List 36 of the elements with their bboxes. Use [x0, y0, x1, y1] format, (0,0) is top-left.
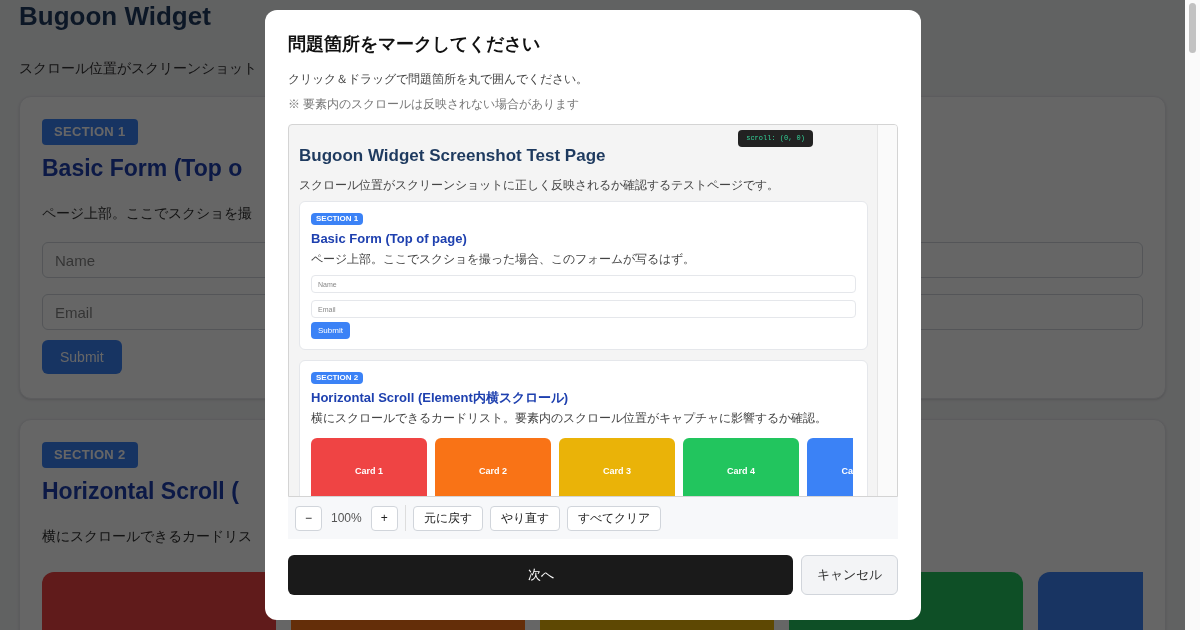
scroll-card: Ca	[807, 438, 853, 496]
section-heading: Horizontal Scroll (	[42, 476, 239, 506]
preview-scrollbar[interactable]	[877, 125, 897, 496]
toolbar-button[interactable]: すべてクリア	[566, 505, 661, 531]
next-button[interactable]: 次へ	[288, 555, 793, 595]
zoom-in-button[interactable]: +	[370, 505, 398, 531]
section-description: 横にスクロールできるカードリスト。要素内のスクロール位置がキャプチャに影響するか確認。	[311, 411, 827, 425]
screenshot-preview[interactable]	[288, 124, 898, 497]
scroll-card: Card 4	[683, 438, 799, 496]
section-heading: Horizontal Scroll (Element内横スクロール)	[311, 389, 569, 407]
preview-subtitle: スクロール位置がスクリーンショットに正しく反映されるか確認するテストページです。	[299, 178, 780, 192]
toolbar-button[interactable]: やり直す	[489, 505, 560, 531]
section-badge: SECTION 2	[42, 442, 138, 468]
section-heading: Basic Form (Top of page)	[311, 230, 467, 248]
section-heading: Basic Form (Top o	[42, 153, 243, 183]
cancel-button[interactable]: キャンセル	[801, 555, 898, 595]
section-description: ページ上部。ここでスクショを撮	[42, 204, 252, 223]
scroll-card: Card 2	[435, 438, 551, 496]
preview-title: Bugoon Widget Screenshot Test Page	[299, 145, 607, 167]
toolbar-button[interactable]: 元に戻す	[412, 505, 483, 531]
section-description: ページ上部。ここでスクショを撮った場合、このフォームが写るはず。	[311, 252, 695, 266]
scroll-card: Card 1	[311, 438, 427, 496]
dialog-note: ※ 要素内のスクロールは反映されない場合があります	[288, 96, 581, 113]
page-title: Bugoon Widget	[19, 1, 211, 31]
zoom-level: 100%	[330, 510, 363, 527]
section-badge: SECTION 1	[311, 213, 364, 225]
scroll-card: Card 3	[559, 438, 675, 496]
dialog-instruction: クリック＆ドラッグで問題箇所を丸で囲んでください。	[288, 71, 589, 88]
dialog-title: 問題箇所をマークしてください	[288, 33, 541, 56]
submit-button[interactable]: Submit	[311, 322, 350, 339]
section-description: 横にスクロールできるカードリス	[42, 527, 252, 546]
page-subtitle: スクロール位置がスクリーンショット	[19, 59, 257, 78]
section-badge: SECTION 2	[311, 372, 364, 384]
scrollbar-thumb[interactable]	[1189, 3, 1196, 53]
section-badge: SECTION 1	[42, 119, 138, 145]
zoom-out-button[interactable]: −	[295, 505, 322, 531]
